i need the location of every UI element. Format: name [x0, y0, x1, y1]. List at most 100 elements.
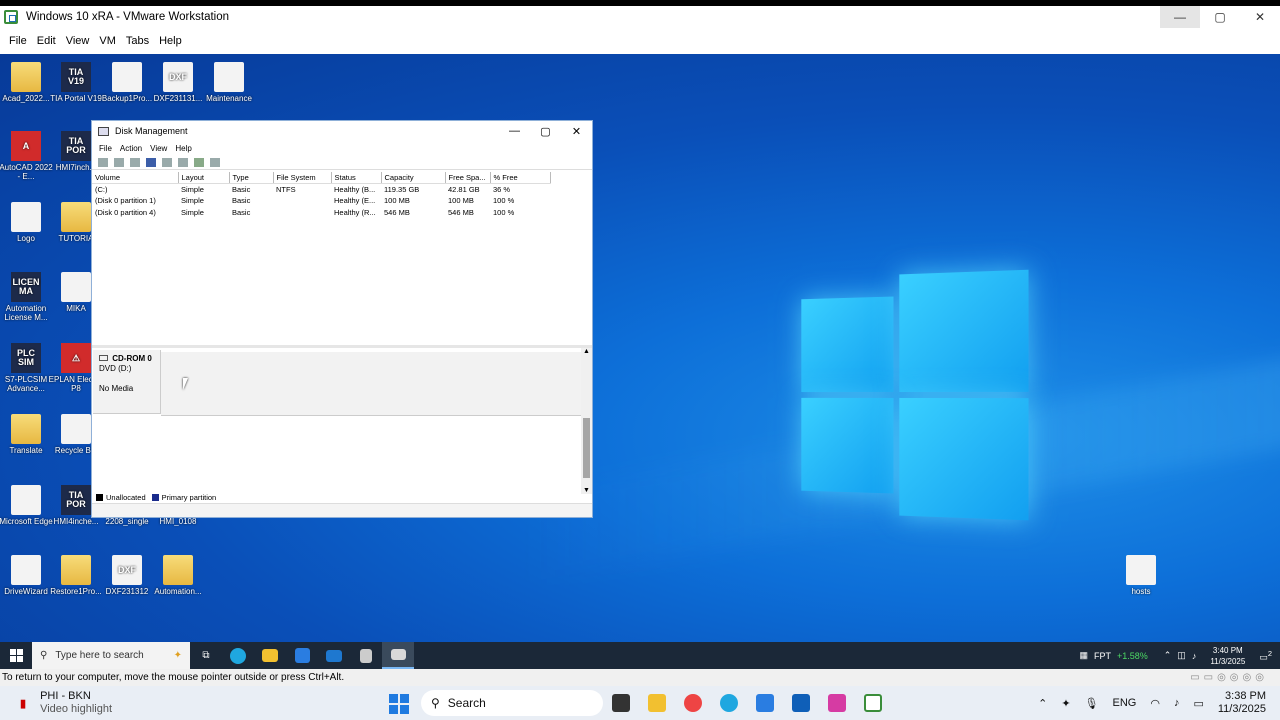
menu-file[interactable]: File — [4, 35, 32, 47]
close-button[interactable]: ✕ — [1240, 6, 1280, 28]
guest-clock-date[interactable]: 11/3/2025 — [1210, 656, 1245, 667]
menu-edit[interactable]: Edit — [32, 35, 61, 47]
disk-list-icon[interactable] — [130, 157, 140, 167]
volume-icon[interactable]: ♪ — [1192, 651, 1197, 661]
column-header[interactable]: Type — [229, 172, 274, 184]
desktop-icon[interactable]: Acad_2022... — [0, 62, 54, 103]
column-header[interactable]: File System — [273, 172, 332, 184]
desktop-icon[interactable]: LICEN MA Automation License M... — [0, 272, 54, 322]
store-icon[interactable] — [286, 642, 318, 669]
menu-vm[interactable]: VM — [94, 35, 121, 47]
host-edge-icon[interactable] — [720, 694, 738, 712]
desktop-icon[interactable]: Maintenance — [201, 62, 257, 103]
forward-arrow-icon[interactable] — [114, 157, 124, 167]
dm-menu-help[interactable]: Help — [171, 144, 195, 153]
snipping-icon[interactable] — [828, 694, 846, 712]
disk-management-window[interactable]: Disk Management — ▢ ✕ File Action View H… — [91, 120, 593, 518]
dm-maximize-button[interactable]: ▢ — [530, 125, 561, 138]
host-store-icon[interactable] — [756, 694, 774, 712]
help-icon[interactable] — [146, 157, 156, 167]
column-header[interactable]: Status — [331, 172, 382, 184]
file-explorer-icon[interactable] — [254, 642, 286, 669]
column-header[interactable]: Layout — [178, 172, 230, 184]
dm-close-button[interactable]: ✕ — [561, 125, 592, 138]
properties-icon[interactable] — [162, 157, 172, 167]
back-arrow-icon[interactable] — [98, 157, 108, 167]
view-icon[interactable] — [210, 157, 220, 167]
menu-help[interactable]: Help — [154, 35, 187, 47]
table-row[interactable]: (C:) Simple Basic NTFS Healthy (B... 119.35 G… — [92, 184, 550, 196]
host-search-box[interactable]: ⚲ Search — [421, 690, 603, 716]
host-app-icon[interactable] — [612, 694, 630, 712]
notification-icon[interactable]: ▭2 — [1259, 649, 1272, 663]
host-clock-time[interactable]: 3:38 PM — [1218, 690, 1266, 703]
table-row[interactable]: (Disk 0 partition 4) Simple Basic Healthy (… — [92, 207, 550, 219]
table-cell: (Disk 0 partition 4) — [95, 207, 156, 217]
guest-search-box[interactable]: ⚲ Type here to search ✦ — [32, 642, 190, 669]
edge-taskbar-icon[interactable] — [222, 642, 254, 669]
connect-icon[interactable] — [178, 157, 188, 167]
desktop-icon[interactable]: DXF DXF231131... — [150, 62, 206, 103]
desktop-icon[interactable]: DXF DXF231312 — [99, 555, 155, 596]
dm-menu-view[interactable]: View — [146, 144, 171, 153]
desktop-icon[interactable]: Translate — [0, 414, 54, 455]
host-explorer-icon[interactable] — [648, 694, 666, 712]
desktop-icon[interactable]: DriveWizard — [0, 555, 54, 596]
cdrom-panel[interactable]: CD-ROM 0 DVD (D:) No Media — [93, 350, 581, 416]
desktop-icon[interactable]: Logo — [0, 202, 54, 243]
desktop-icon[interactable]: Microsoft Edge — [0, 485, 54, 526]
desktop-icon[interactable]: Restore1Pro... — [48, 555, 104, 596]
maximize-button[interactable]: ▢ — [1200, 6, 1240, 28]
desktop-icon[interactable]: A AutoCAD 2022 - E... — [0, 131, 54, 181]
battery-icon[interactable]: ▭ — [1193, 697, 1203, 710]
desktop-icon[interactable]: Automation... — [150, 555, 206, 596]
desktop-icon[interactable]: PLC SIM S7-PLCSIM Advance... — [0, 343, 54, 393]
dm-minimize-button[interactable]: — — [499, 125, 530, 138]
table-row[interactable]: (Disk 0 partition 1) Simple Basic Healthy (… — [92, 195, 550, 207]
scrollbar-thumb[interactable] — [583, 418, 590, 478]
check-icon[interactable] — [194, 157, 204, 167]
column-header[interactable]: Free Spa... — [445, 172, 491, 184]
minimize-button[interactable]: — — [1160, 6, 1200, 28]
windows-start-button[interactable] — [0, 649, 32, 662]
mail-icon[interactable] — [318, 642, 350, 669]
app-icon[interactable] — [350, 642, 382, 669]
dm-menu-file[interactable]: File — [95, 144, 116, 153]
guest-clock-time[interactable]: 3:40 PM — [1210, 645, 1245, 656]
media-title[interactable]: PHI - BKN — [40, 690, 112, 703]
vmware-titlebar[interactable]: Windows 10 xRA - VMware Workstation — ▢ … — [0, 6, 1280, 28]
disk-manager-taskbar-icon[interactable] — [382, 642, 414, 669]
mic-icon[interactable]: 🎙 — [1085, 697, 1099, 710]
desktop-icon[interactable]: TIA V19 TIA Portal V19 — [48, 62, 104, 103]
desktop-icon-glyph — [61, 202, 91, 232]
stock-name[interactable]: FPT — [1094, 651, 1111, 661]
column-header[interactable]: Volume — [92, 172, 179, 184]
vmware-taskbar-icon[interactable] — [864, 694, 882, 712]
host-volume-icon[interactable]: ♪ — [1174, 697, 1180, 709]
menu-tabs[interactable]: Tabs — [121, 35, 154, 47]
task-view-icon[interactable]: ⧉ — [190, 642, 222, 669]
dm-titlebar[interactable]: Disk Management — ▢ ✕ — [92, 121, 592, 141]
tray-chevron-icon[interactable]: ⌃ — [1164, 650, 1172, 661]
network-icon[interactable]: ◫ — [1177, 650, 1186, 661]
host-tray-chevron-icon[interactable]: ⌃ — [1038, 697, 1047, 710]
table-cell: Simple — [181, 207, 204, 217]
vertical-scrollbar[interactable]: ▲ ▼ — [581, 348, 592, 494]
host-start-icon[interactable] — [389, 694, 409, 714]
host-clock-date[interactable]: 11/3/2025 — [1218, 703, 1266, 716]
host-lang[interactable]: ENG — [1113, 697, 1137, 709]
desktop-icon[interactable]: Backup1Pro... — [99, 62, 155, 103]
wifi-icon[interactable]: ◠ — [1150, 697, 1160, 710]
chrome-icon[interactable] — [684, 694, 702, 712]
desktop-icon-label: hosts — [1131, 587, 1151, 596]
desktop-icon[interactable]: hosts — [1113, 555, 1169, 596]
cdrom-volume-area[interactable] — [161, 352, 581, 416]
column-header[interactable]: Capacity — [381, 172, 446, 184]
dropbox-icon[interactable]: ✦ — [1061, 697, 1070, 710]
outlook-icon[interactable] — [792, 694, 810, 712]
menu-view[interactable]: View — [61, 35, 95, 47]
desktop-icon-label: 2208_single — [105, 517, 149, 526]
dm-menu-action[interactable]: Action — [116, 144, 146, 153]
disk-management-icon — [98, 126, 109, 136]
column-header[interactable]: % Free — [490, 172, 551, 184]
